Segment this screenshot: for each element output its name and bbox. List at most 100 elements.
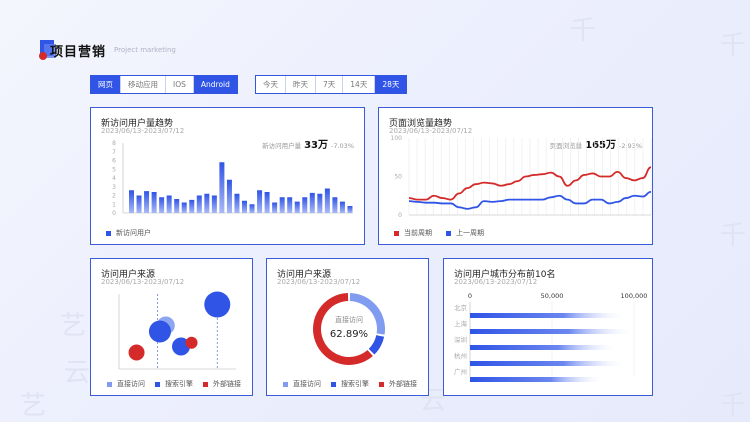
x-tick-label: 0 [468, 292, 472, 300]
tab-web[interactable]: 网页 [91, 76, 121, 93]
bar [287, 197, 293, 213]
tab-yesterday[interactable]: 昨天 [286, 76, 316, 93]
y-tick-label: 0 [112, 210, 116, 217]
category-label: 广州 [454, 367, 467, 376]
y-tick-label: 7 [112, 149, 116, 156]
watermark-char: 艺 [20, 391, 47, 421]
bar [317, 193, 323, 213]
bar [219, 162, 225, 213]
legend-label: 外部链接 [213, 380, 241, 388]
city-distribution-bar-chart: 0 50,000 100,000 北京上海深圳杭州广州 [454, 292, 647, 382]
watermark-char: 千 [720, 31, 747, 61]
tab-14-days[interactable]: 14天 [343, 76, 376, 93]
legend-item: 直接访问 [283, 379, 321, 389]
category-label: 深圳 [454, 335, 467, 344]
bar [257, 190, 263, 213]
city-distribution-card: 访问用户城市分布前10名 2023/06/13-2023/07/12 0 50,0… [443, 258, 653, 396]
legend-item: 搜索引擎 [331, 379, 369, 389]
legend-label: 上一周期 [456, 229, 484, 237]
bubble [185, 336, 198, 349]
hbar [470, 313, 626, 318]
legend-item: 外部链接 [379, 379, 417, 389]
y-tick-label: 8 [112, 140, 116, 147]
bar [234, 193, 240, 213]
platform-tabs: 网页 移动应用 IOS Android [90, 75, 238, 94]
new-users-bar-chart: 012345678 [112, 140, 353, 217]
y-tick-label: 2 [112, 193, 116, 200]
hbar [470, 377, 605, 382]
donut-slice [368, 335, 385, 355]
legend-label: 直接访问 [293, 380, 321, 388]
donut-center-value: 62.89% [330, 329, 368, 340]
x-tick-label: 50,000 [541, 292, 564, 300]
y-tick-label: 6 [112, 158, 116, 165]
page-views-legend: 当前周期 上一周期 [394, 228, 484, 238]
bar [196, 195, 202, 213]
category-label: 北京 [454, 303, 468, 312]
hbar [470, 361, 626, 366]
watermark-char: 云 [64, 358, 91, 388]
bar [189, 199, 195, 213]
legend-label: 搜索引擎 [341, 380, 369, 388]
y-tick-label: 1 [112, 201, 116, 208]
bar [181, 202, 187, 213]
source-donut-card: 访问用户来源 2023/06/13-2023/07/12 直接访问 62.89% … [266, 258, 429, 396]
legend-label: 直接访问 [117, 380, 145, 388]
hbar [470, 329, 634, 334]
tab-today[interactable]: 今天 [256, 76, 286, 93]
source-bubble-card: 访问用户来源 2023/06/13-2023/07/12 直接访问 搜索引擎 外… [90, 258, 253, 396]
page-subtitle: Project marketing [114, 46, 176, 54]
bar [144, 191, 150, 213]
bar [249, 204, 255, 213]
legend-label: 外部链接 [389, 380, 417, 388]
legend-item: 当前周期 [394, 228, 432, 238]
donut-center-label: 直接访问 [335, 315, 363, 324]
watermark-char: 千 [720, 391, 747, 421]
source-donut-chart: 直接访问 62.89% [313, 293, 385, 365]
y-tick-label: 50 [394, 174, 402, 181]
tab-android[interactable]: Android [193, 76, 237, 93]
source-bubble-chart [118, 291, 236, 370]
legend-label: 搜索引擎 [165, 380, 193, 388]
watermark-char: 千 [570, 16, 597, 46]
bar [129, 190, 134, 213]
bar [211, 195, 217, 213]
page-views-card: 页面浏览量趋势 2023/06/13-2023/07/12 页面浏览量 165万 -… [378, 107, 653, 245]
bar [309, 192, 315, 213]
y-tick-label: 100 [391, 135, 403, 142]
legend-item: 上一周期 [446, 228, 484, 238]
tab-ios[interactable]: IOS [166, 76, 194, 93]
page-views-line-chart: 0 50 100 [391, 135, 652, 219]
y-tick-label: 0 [398, 212, 402, 219]
bar [151, 192, 157, 213]
bar [324, 188, 330, 213]
bar [339, 201, 345, 213]
bubble [204, 291, 231, 318]
bar [159, 197, 165, 213]
source-bubble-legend: 直接访问 搜索引擎 外部链接 [107, 379, 241, 389]
category-label: 杭州 [454, 351, 467, 360]
source-donut-legend: 直接访问 搜索引擎 外部链接 [283, 379, 417, 389]
legend-label: 新访问用户 [116, 229, 151, 237]
bar [272, 202, 278, 213]
bar [226, 179, 232, 213]
date-range-tabs: 今天 昨天 7天 14天 28天 [255, 75, 408, 94]
watermark-char: 艺 [60, 311, 87, 341]
y-tick-label: 4 [112, 175, 116, 182]
tab-7-days[interactable]: 7天 [316, 76, 344, 93]
bar [174, 199, 180, 213]
tab-mobile-app[interactable]: 移动应用 [121, 76, 166, 93]
page-header: 项目营销 Project marketing [39, 40, 176, 60]
y-tick-label: 3 [112, 184, 116, 191]
bar [166, 195, 172, 213]
new-users-legend: 新访问用户 [106, 228, 151, 238]
bar [302, 197, 308, 213]
legend-label: 当前周期 [404, 229, 432, 237]
bar [294, 201, 300, 213]
bar [242, 200, 247, 213]
page-title: 项目营销 [50, 44, 107, 60]
bubble [128, 344, 145, 361]
bubble [148, 320, 171, 343]
category-label: 上海 [454, 319, 468, 328]
tab-28-days[interactable]: 28天 [375, 76, 407, 93]
